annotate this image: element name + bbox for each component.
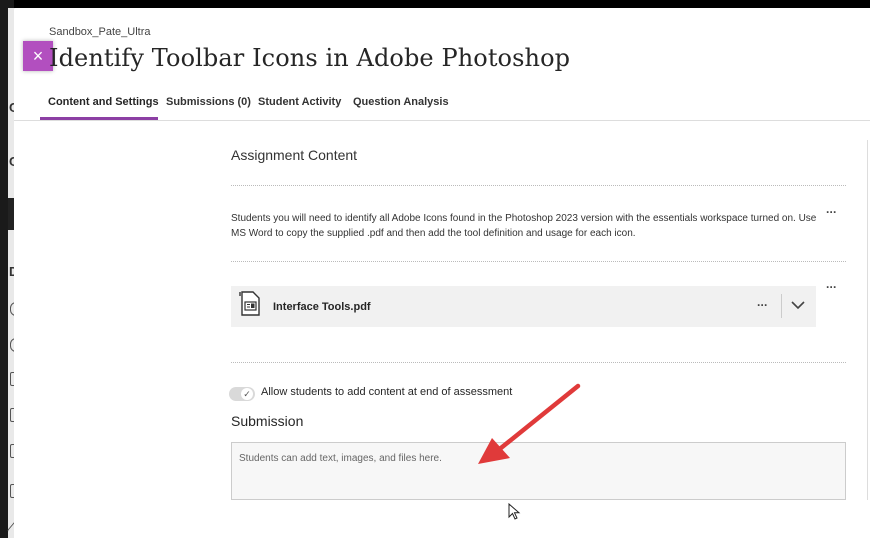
file-block-more-button[interactable]: ···	[826, 280, 837, 294]
divider	[231, 185, 846, 186]
file-attachment[interactable]: Interface Tools.pdf ···	[231, 286, 816, 327]
tab-question-analysis[interactable]: Question Analysis	[353, 96, 449, 108]
page-title: Identify Toolbar Icons in Adobe Photosho…	[49, 44, 571, 72]
divider	[781, 294, 782, 318]
submission-title: Submission	[231, 413, 304, 429]
tab-bar: Content and Settings Submissions (0) Stu…	[14, 88, 870, 121]
tab-submissions[interactable]: Submissions (0)	[166, 96, 251, 108]
annotation-arrow	[478, 383, 581, 464]
submission-placeholder: Students can add text, images, and files…	[239, 453, 442, 464]
check-icon: ✓	[241, 388, 253, 400]
chevron-down-icon[interactable]	[790, 299, 806, 311]
mouse-cursor-icon	[508, 503, 521, 520]
allow-content-toggle[interactable]: ✓	[229, 387, 255, 401]
screen-frame: Co C D × Sandbox_Pate_Ultra Identify Too…	[0, 0, 870, 538]
instructions-more-button[interactable]: ···	[826, 205, 837, 219]
tab-student-activity[interactable]: Student Activity	[258, 96, 341, 108]
section-title: Assignment Content	[231, 147, 358, 163]
active-tab-indicator	[40, 117, 158, 120]
file-more-button[interactable]: ···	[757, 298, 768, 312]
divider	[231, 362, 846, 363]
file-name[interactable]: Interface Tools.pdf	[273, 301, 371, 313]
tab-content-and-settings[interactable]: Content and Settings	[48, 96, 159, 108]
pdf-file-icon	[239, 291, 260, 316]
scroll-track	[867, 140, 868, 500]
divider	[231, 261, 846, 262]
instructions-text: Students you will need to identify all A…	[231, 213, 817, 239]
course-name: Sandbox_Pate_Ultra	[49, 26, 151, 38]
